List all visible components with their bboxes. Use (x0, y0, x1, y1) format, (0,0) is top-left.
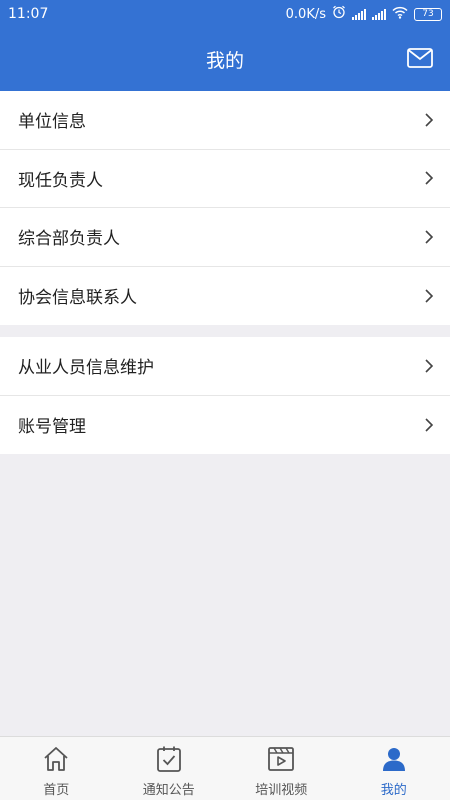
home-icon (42, 745, 70, 773)
network-speed: 0.0K/s (285, 6, 326, 22)
menu-item-label: 现任负责人 (18, 170, 103, 191)
menu-group-account: 从业人员信息维护 账号管理 (0, 337, 450, 454)
nav-bar: 我的 (0, 28, 450, 91)
menu-item-unit-info[interactable]: 单位信息 (0, 91, 450, 150)
bottom-tab-bar: 首页 通知公告 培训视频 我的 (0, 736, 450, 800)
signal-icon (352, 8, 366, 20)
menu-item-current-leader[interactable]: 现任负责人 (0, 150, 450, 208)
status-bar: 11:07 0.0K/s 73 (0, 0, 450, 28)
signal-icon-2 (372, 8, 386, 20)
person-icon (380, 745, 408, 773)
chevron-right-icon (424, 358, 434, 374)
menu-item-staff-info[interactable]: 从业人员信息维护 (0, 337, 450, 396)
menu-item-label: 综合部负责人 (18, 229, 120, 250)
status-time: 11:07 (8, 6, 49, 22)
mail-button[interactable] (406, 46, 434, 70)
menu-group-info: 单位信息 现任负责人 综合部负责人 协会信息联系人 (0, 91, 450, 325)
chevron-right-icon (424, 170, 434, 186)
tab-label: 首页 (43, 783, 70, 798)
tab-label: 培训视频 (255, 783, 308, 798)
menu-item-account-management[interactable]: 账号管理 (0, 396, 450, 455)
tab-notices[interactable]: 通知公告 (113, 737, 226, 800)
menu-item-general-dept-leader[interactable]: 综合部负责人 (0, 208, 450, 267)
tab-label: 我的 (380, 783, 407, 798)
page-title: 我的 (205, 50, 244, 72)
notice-icon (155, 745, 183, 773)
menu-item-label: 单位信息 (18, 112, 86, 133)
tab-home[interactable]: 首页 (0, 737, 113, 800)
chevron-right-icon (424, 417, 434, 433)
status-indicators: 0.0K/s 73 (286, 5, 442, 23)
video-icon (267, 745, 295, 773)
chevron-right-icon (424, 112, 434, 128)
menu-item-label: 从业人员信息维护 (18, 358, 154, 379)
menu-item-label: 账号管理 (18, 417, 86, 438)
tab-mine[interactable]: 我的 (338, 737, 450, 800)
menu-item-label: 协会信息联系人 (18, 288, 137, 309)
mail-icon (407, 48, 433, 68)
chevron-right-icon (424, 288, 434, 304)
battery-icon: 73 (414, 7, 442, 21)
chevron-right-icon (424, 229, 434, 245)
alarm-icon (332, 5, 346, 23)
menu-item-association-contact[interactable]: 协会信息联系人 (0, 267, 450, 326)
tab-training-videos[interactable]: 培训视频 (225, 737, 338, 800)
wifi-icon (392, 6, 408, 23)
tab-label: 通知公告 (142, 783, 195, 798)
